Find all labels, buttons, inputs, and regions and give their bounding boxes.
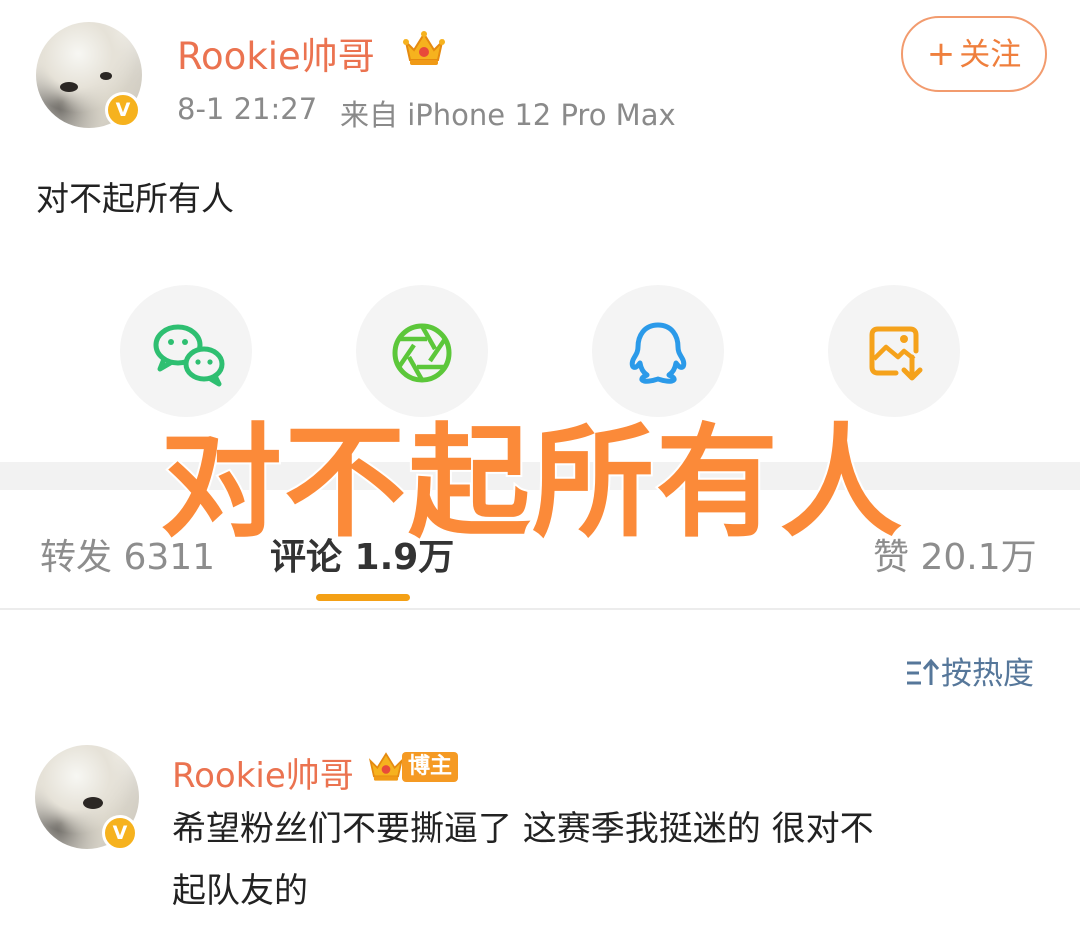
- active-tab-indicator: [316, 594, 410, 601]
- crown-vip-icon: [403, 31, 445, 65]
- tabs-divider: [0, 608, 1080, 610]
- sort-icon: [907, 658, 940, 685]
- post-source: 来自 iPhone 12 Pro Max: [340, 98, 676, 132]
- comment-verified-badge-icon: V: [102, 815, 138, 851]
- tab-likes[interactable]: 赞 20.1万: [873, 528, 1037, 580]
- author-name[interactable]: Rookie帅哥: [177, 26, 375, 80]
- plus-icon: +: [926, 34, 956, 74]
- tab-repost[interactable]: 转发 6311: [40, 528, 215, 580]
- tab-comments[interactable]: 评论 1.9万: [270, 528, 454, 580]
- comment-text-line-2: 起队友的: [172, 871, 308, 911]
- comment-author-name[interactable]: Rookie帅哥: [172, 748, 354, 797]
- sort-by-hot-button[interactable]: 按热度: [905, 648, 1034, 693]
- follow-button[interactable]: + 关注: [901, 16, 1047, 92]
- comment-crown-vip-icon: [368, 752, 404, 781]
- blogger-badge: 博主: [402, 752, 458, 782]
- avatar-eye-right: [100, 72, 112, 80]
- post-text: 对不起所有人: [36, 179, 234, 218]
- verified-badge-icon: V: [105, 92, 141, 128]
- comment-text-line-1: 希望粉丝们不要撕逼了 这赛季我挺迷的 很对不: [172, 809, 874, 849]
- post-timestamp: 8-1 21:27: [177, 92, 318, 126]
- avatar-eye-left: [83, 797, 103, 809]
- sort-label: 按热度: [941, 656, 1034, 692]
- avatar-eye-left: [60, 82, 78, 92]
- follow-label: 关注: [959, 37, 1022, 73]
